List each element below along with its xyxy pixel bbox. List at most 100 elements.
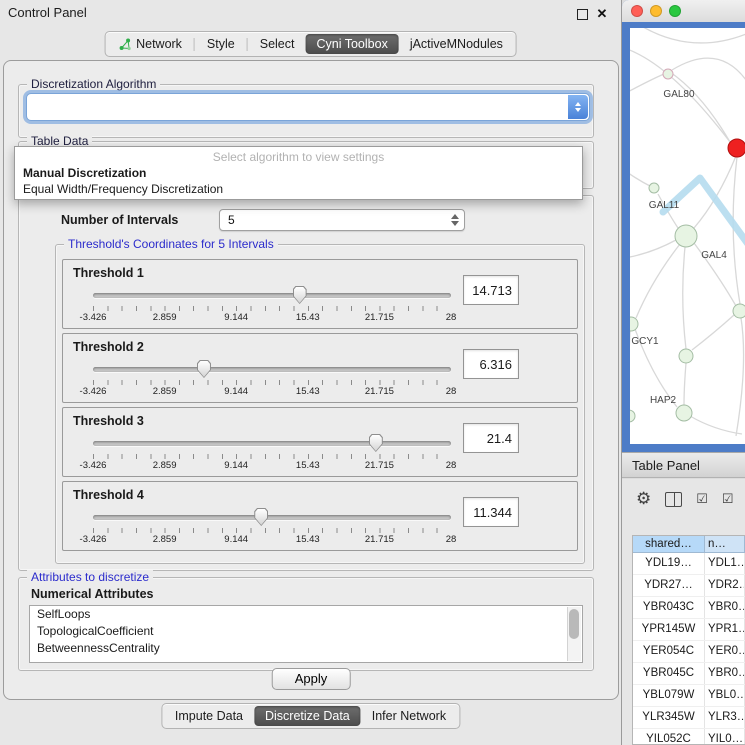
table-cell: YER0… [705,641,745,662]
table-cell: YPR1… [705,619,745,640]
network-edge[interactable] [683,247,686,349]
slider-thumb-face [198,361,210,377]
network-edge[interactable] [670,72,730,142]
slider-thumb[interactable] [369,434,383,452]
attribute-list-item[interactable]: SelfLoops [30,606,582,623]
network-edge[interactable] [630,74,664,94]
network-edge[interactable] [692,315,734,350]
close-icon[interactable]: ✕ [595,7,609,21]
slider-track [93,441,451,446]
column-header-2[interactable]: n… [705,536,745,553]
tab-label: Infer Network [372,706,446,726]
slider-ticks [93,454,451,459]
table-row[interactable]: YBR043CYBR0… [633,597,745,619]
network-node[interactable] [675,225,697,247]
threshold-slider[interactable] [93,434,451,452]
tab-select[interactable]: Select [249,34,306,54]
float-window-icon[interactable] [575,7,589,21]
network-edge[interactable] [630,240,676,258]
threshold-panel: Threshold 4-3.4262.8599.14415.4321.71528… [62,481,578,551]
dropdown-option-equal-width-frequency[interactable]: Equal Width/Frequency Discretization [15,181,582,197]
slider-thumb[interactable] [254,508,268,526]
network-node[interactable] [649,183,659,193]
dropdown-option-manual-discretization[interactable]: Manual Discretization [15,165,582,181]
number-of-intervals-combobox[interactable]: 5 [219,209,465,231]
network-node[interactable] [733,304,745,318]
threshold-value-field[interactable]: 6.316 [463,349,519,379]
dropdown-placeholder-item: Select algorithm to view settings [15,149,582,165]
apply-button[interactable]: Apply [272,668,351,690]
network-edge[interactable] [736,318,744,436]
network-edge[interactable] [684,363,686,405]
gear-icon[interactable]: ⚙ [636,489,651,509]
tab-style[interactable]: Style [196,34,246,54]
close-traffic-light-icon[interactable] [631,5,643,17]
control-panel-titlebar: Control Panel ✕ [0,0,621,26]
tab-jactivemnodules[interactable]: jActiveMNodules [399,34,514,54]
network-node[interactable] [663,69,673,79]
threshold-value-field[interactable]: 21.4 [463,423,519,453]
threshold-panels: Threshold 1-3.4262.8599.14415.4321.71528… [56,255,584,555]
network-node[interactable] [630,410,635,422]
minimize-traffic-light-icon[interactable] [650,5,662,17]
attribute-list-item[interactable]: TopologicalCoefficient [30,623,582,640]
scale-label: 28 [446,386,457,397]
attribute-list-item[interactable]: BetweennessCentrality [30,640,582,657]
network-edge[interactable] [690,416,742,434]
scrollbar-thumb[interactable] [569,609,579,639]
table-row[interactable]: YDL19…YDL1… [633,553,745,575]
network-node[interactable] [679,349,693,363]
network-node[interactable] [728,139,745,157]
network-node[interactable] [630,317,638,331]
attributes-group: Attributes to discretize Numerical Attri… [18,577,594,671]
tab-network[interactable]: Network [107,34,193,54]
column-header-1[interactable]: shared… [633,536,705,553]
column-selector-icon[interactable] [665,492,682,507]
network-edge[interactable] [638,28,745,43]
tab-label: jActiveMNodules [410,34,503,54]
table-row[interactable]: YPR145WYPR1… [633,619,745,641]
network-canvas[interactable]: GAL80GAL11GAL4GCY1HAP2 [630,28,745,444]
zoom-traffic-light-icon[interactable] [669,5,681,17]
scale-label: -3.426 [80,534,107,545]
numerical-attributes-list: SelfLoopsTopologicalCoefficientBetweenne… [29,605,583,663]
threshold-value-field[interactable]: 11.344 [463,497,519,527]
threshold-slider[interactable] [93,286,451,304]
slider-scale: -3.4262.8599.14415.4321.71528 [93,460,451,472]
scale-label: 15.43 [296,460,320,471]
table-cell: YBL0… [705,685,745,706]
threshold-slider[interactable] [93,360,451,378]
select-rows-icon[interactable]: ☑ [722,491,734,507]
threshold-panel: Threshold 1-3.4262.8599.14415.4321.71528… [62,259,578,329]
table-row[interactable]: YLR345WYLR3… [633,707,745,729]
table-cell: YBR045C [633,663,705,684]
table-row[interactable]: YER054CYER0… [633,641,745,663]
table-header-row: shared…n… [633,536,745,553]
select-all-icon[interactable]: ☑ [696,491,708,507]
table-row[interactable]: YDR27…YDR2… [633,575,745,597]
algorithm-combobox[interactable] [26,93,590,121]
table-row[interactable]: YIL052CYIL0… [633,729,745,745]
tab-infer-network[interactable]: Infer Network [361,706,457,726]
network-edge[interactable] [672,58,745,80]
slider-thumb[interactable] [293,286,307,304]
list-scrollbar[interactable] [567,607,581,661]
slider-thumb-face [370,435,382,451]
network-edge[interactable] [636,244,680,318]
table-row[interactable]: YBL079WYBL0… [633,685,745,707]
tab-impute-data[interactable]: Impute Data [164,706,254,726]
network-graph: GAL80GAL11GAL4GCY1HAP2 [630,28,745,444]
table-row[interactable]: YBR045CYBR0… [633,663,745,685]
threshold-value-field[interactable]: 14.713 [463,275,519,305]
threshold-label: Threshold 2 [73,340,144,354]
tab-discretize-data[interactable]: Discretize Data [254,706,361,726]
slider-track [93,367,451,372]
right-pane: GAL80GAL11GAL4GCY1HAP2 Table Panel ⚙ ☑ ☑… [622,0,745,745]
threshold-slider[interactable] [93,508,451,526]
network-node[interactable] [676,405,692,421]
network-edge[interactable] [630,170,650,186]
network-icon [118,38,131,51]
slider-thumb[interactable] [197,360,211,378]
tab-cyni-toolbox[interactable]: Cyni Toolbox [305,34,398,54]
combo-stepper-icon [568,95,588,119]
